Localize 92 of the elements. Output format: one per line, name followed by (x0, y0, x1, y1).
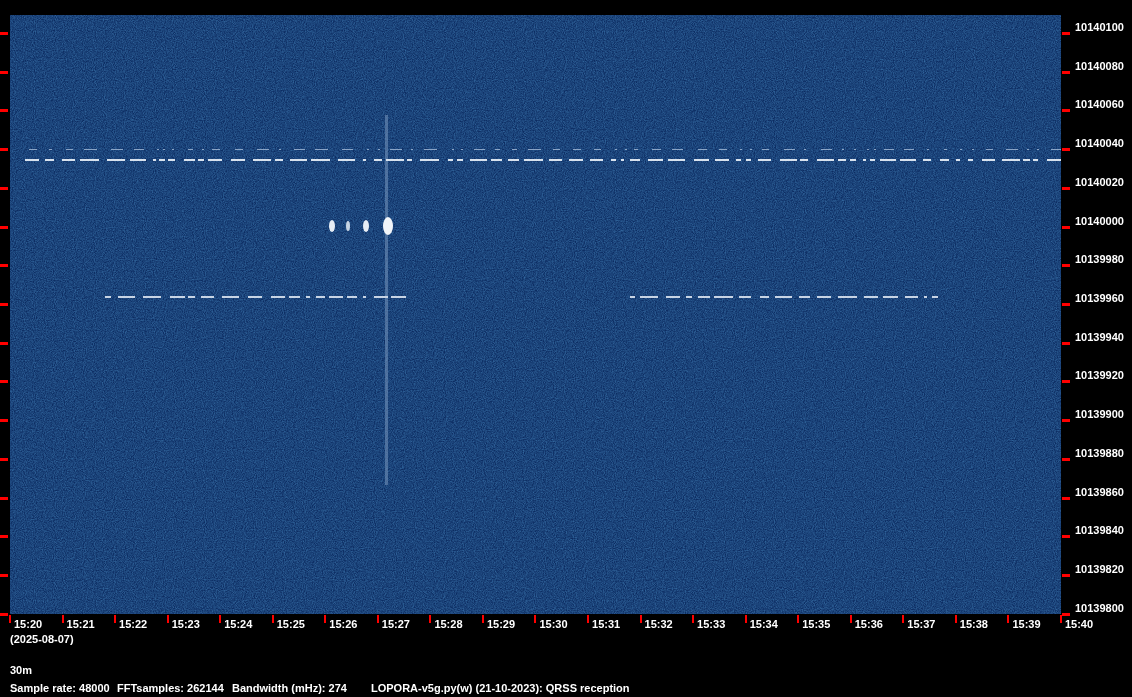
axis-tick (744, 615, 747, 623)
axis-tick (692, 615, 695, 623)
frequency-label: 10139960 (1075, 292, 1124, 305)
time-label: 15:20 (14, 618, 43, 630)
time-label: 15:30 (539, 618, 568, 630)
frequency-label: 10140080 (1075, 59, 1124, 72)
time-label: 15:34 (749, 618, 778, 630)
axis-tick (0, 496, 8, 500)
axis-tick (0, 535, 8, 539)
date-label: (2025-08-07) (9, 633, 75, 645)
frequency-label: 10140020 (1075, 175, 1124, 188)
frequency-label: 10140100 (1075, 21, 1124, 33)
axis-tick (0, 70, 8, 74)
axis-tick (902, 615, 905, 623)
axis-tick (1062, 225, 1070, 229)
time-label: 15:26 (329, 618, 358, 630)
axis-tick (481, 615, 484, 623)
frequency-label: 10139900 (1075, 408, 1124, 421)
axis-tick (114, 615, 117, 623)
axis-tick (0, 380, 8, 384)
time-label: 15:33 (697, 618, 726, 630)
time-label: 15:37 (907, 618, 936, 630)
axis-tick (0, 341, 8, 345)
axis-tick (0, 225, 8, 229)
axis-tick (324, 615, 327, 623)
info-text: Sample rate: 48000 (10, 682, 111, 694)
axis-tick (0, 109, 8, 113)
frequency-label: 10139820 (1075, 563, 1124, 576)
frequency-label: 10139880 (1075, 446, 1124, 459)
axis-tick (0, 574, 8, 578)
time-label: 15:36 (854, 618, 883, 630)
axis-tick (797, 615, 800, 623)
axis-tick (0, 264, 8, 268)
band-label: 30m (9, 664, 34, 676)
axis-tick (376, 615, 379, 623)
axis-tick (1062, 32, 1070, 35)
axis-tick (1062, 264, 1070, 268)
axis-tick (61, 615, 64, 623)
axis-tick (166, 615, 169, 623)
axis-tick (0, 32, 8, 35)
axis-tick (219, 615, 222, 623)
frequency-label: 10140000 (1075, 214, 1124, 227)
frequency-label: 10139800 (1075, 601, 1124, 614)
axis-tick (1062, 535, 1070, 539)
time-label: 15:32 (644, 618, 673, 630)
time-label: 15:22 (119, 618, 148, 630)
time-label: 15:35 (802, 618, 831, 630)
time-label: 15:40 (1064, 618, 1094, 630)
time-label: 15:39 (1012, 618, 1041, 630)
axis-tick (1062, 496, 1070, 500)
axis-tick (0, 303, 8, 307)
axis-tick (639, 615, 642, 623)
axis-tick (1062, 419, 1070, 423)
frequency-label: 10139940 (1075, 330, 1124, 343)
time-label: 15:21 (66, 618, 95, 630)
axis-tick (1062, 457, 1070, 461)
info-text: FFTsamples: 262144 (117, 682, 225, 694)
info-text: Bandwidth (mHz): 274 (232, 682, 348, 694)
axis-tick (1062, 574, 1070, 578)
time-label: 15:31 (592, 618, 621, 630)
axis-tick (1062, 109, 1070, 113)
axis-tick (534, 615, 537, 623)
time-label: 15:29 (486, 618, 516, 630)
axis-tick (1062, 186, 1070, 190)
axis-tick (429, 615, 432, 623)
frequency-label: 10140060 (1075, 98, 1124, 111)
axis-tick (1007, 615, 1010, 623)
axis-tick (1062, 148, 1070, 152)
axis-tick (0, 419, 8, 423)
frequency-label: 10139840 (1075, 524, 1124, 537)
time-label: 15:38 (959, 618, 988, 630)
info-text: LOPORA-v5g.py(w) (21-10-2023): QRSS reception (371, 682, 631, 694)
time-label: 15:25 (276, 618, 305, 630)
axis-tick (271, 615, 274, 623)
axis-tick (0, 186, 8, 190)
frequency-label: 10140040 (1075, 137, 1124, 150)
time-label: 15:28 (434, 618, 463, 630)
axis-tick (0, 148, 8, 152)
axis-tick (1062, 380, 1070, 384)
axis-tick (1062, 303, 1070, 307)
axis-tick (587, 615, 589, 623)
axis-tick (1062, 70, 1070, 74)
time-label: 15:27 (381, 618, 410, 630)
time-label: 15:23 (171, 618, 200, 630)
axis-tick (1062, 341, 1070, 345)
axis-tick (849, 615, 852, 623)
frequency-label: 10139920 (1075, 369, 1124, 382)
axis-tick (954, 615, 957, 623)
time-label: 15:24 (224, 618, 253, 630)
frequency-label: 10139860 (1075, 485, 1124, 498)
frequency-label: 10139980 (1075, 253, 1124, 266)
axis-tick (0, 457, 8, 461)
